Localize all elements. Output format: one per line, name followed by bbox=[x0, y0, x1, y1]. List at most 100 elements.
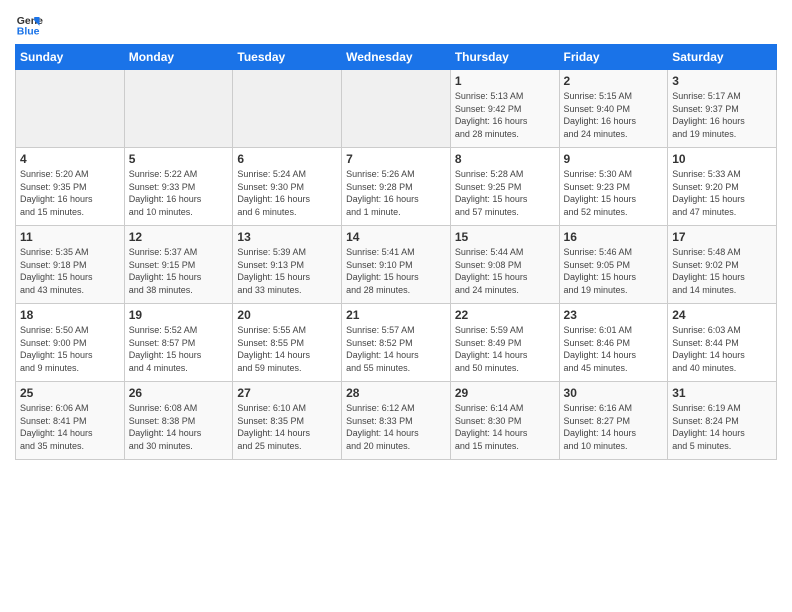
day-info: Sunrise: 5:24 AM Sunset: 9:30 PM Dayligh… bbox=[237, 168, 337, 218]
logo-icon: General Blue bbox=[15, 10, 43, 38]
calendar-cell: 4 Sunrise: 5:20 AM Sunset: 9:35 PM Daylig… bbox=[16, 148, 125, 226]
calendar-week-5: 25 Sunrise: 6:06 AM Sunset: 8:41 PM Dayli… bbox=[16, 382, 777, 460]
day-info: Sunrise: 6:12 AM Sunset: 8:33 PM Dayligh… bbox=[346, 402, 446, 452]
day-info: Sunrise: 5:33 AM Sunset: 9:20 PM Dayligh… bbox=[672, 168, 772, 218]
calendar-cell bbox=[124, 70, 233, 148]
day-info: Sunrise: 5:26 AM Sunset: 9:28 PM Dayligh… bbox=[346, 168, 446, 218]
day-info: Sunrise: 6:08 AM Sunset: 8:38 PM Dayligh… bbox=[129, 402, 229, 452]
calendar-cell: 24 Sunrise: 6:03 AM Sunset: 8:44 PM Dayli… bbox=[668, 304, 777, 382]
day-info: Sunrise: 5:15 AM Sunset: 9:40 PM Dayligh… bbox=[564, 90, 664, 140]
day-number: 29 bbox=[455, 386, 555, 400]
day-info: Sunrise: 5:50 AM Sunset: 9:00 PM Dayligh… bbox=[20, 324, 120, 374]
calendar-body: 1 Sunrise: 5:13 AM Sunset: 9:42 PM Daylig… bbox=[16, 70, 777, 460]
day-number: 3 bbox=[672, 74, 772, 88]
weekday-header-monday: Monday bbox=[124, 45, 233, 70]
calendar-header-row: SundayMondayTuesdayWednesdayThursdayFrid… bbox=[16, 45, 777, 70]
day-number: 16 bbox=[564, 230, 664, 244]
calendar-cell: 16Sunrise: 5:46 AM Sunset: 9:05 PM Dayli… bbox=[559, 226, 668, 304]
day-number: 31 bbox=[672, 386, 772, 400]
day-info: Sunrise: 6:16 AM Sunset: 8:27 PM Dayligh… bbox=[564, 402, 664, 452]
calendar-cell: 13Sunrise: 5:39 AM Sunset: 9:13 PM Dayli… bbox=[233, 226, 342, 304]
calendar-cell: 26 Sunrise: 6:08 AM Sunset: 8:38 PM Dayli… bbox=[124, 382, 233, 460]
day-number: 12 bbox=[129, 230, 229, 244]
calendar-cell: 9 Sunrise: 5:30 AM Sunset: 9:23 PM Daylig… bbox=[559, 148, 668, 226]
day-info: Sunrise: 6:19 AM Sunset: 8:24 PM Dayligh… bbox=[672, 402, 772, 452]
day-number: 5 bbox=[129, 152, 229, 166]
day-info: Sunrise: 6:03 AM Sunset: 8:44 PM Dayligh… bbox=[672, 324, 772, 374]
day-info: Sunrise: 6:14 AM Sunset: 8:30 PM Dayligh… bbox=[455, 402, 555, 452]
day-number: 11 bbox=[20, 230, 120, 244]
calendar-cell: 25 Sunrise: 6:06 AM Sunset: 8:41 PM Dayli… bbox=[16, 382, 125, 460]
day-info: Sunrise: 5:57 AM Sunset: 8:52 PM Dayligh… bbox=[346, 324, 446, 374]
day-info: Sunrise: 5:44 AM Sunset: 9:08 PM Dayligh… bbox=[455, 246, 555, 296]
day-number: 26 bbox=[129, 386, 229, 400]
day-info: Sunrise: 5:59 AM Sunset: 8:49 PM Dayligh… bbox=[455, 324, 555, 374]
calendar-cell: 1 Sunrise: 5:13 AM Sunset: 9:42 PM Daylig… bbox=[450, 70, 559, 148]
day-number: 8 bbox=[455, 152, 555, 166]
day-info: Sunrise: 5:30 AM Sunset: 9:23 PM Dayligh… bbox=[564, 168, 664, 218]
calendar-cell: 12 Sunrise: 5:37 AM Sunset: 9:15 PM Dayli… bbox=[124, 226, 233, 304]
calendar-cell: 28Sunrise: 6:12 AM Sunset: 8:33 PM Dayli… bbox=[342, 382, 451, 460]
day-number: 20 bbox=[237, 308, 337, 322]
day-info: Sunrise: 5:17 AM Sunset: 9:37 PM Dayligh… bbox=[672, 90, 772, 140]
calendar-cell: 17 Sunrise: 5:48 AM Sunset: 9:02 PM Dayli… bbox=[668, 226, 777, 304]
day-number: 13 bbox=[237, 230, 337, 244]
day-number: 7 bbox=[346, 152, 446, 166]
calendar-cell: 2 Sunrise: 5:15 AM Sunset: 9:40 PM Daylig… bbox=[559, 70, 668, 148]
day-number: 2 bbox=[564, 74, 664, 88]
weekday-header-sunday: Sunday bbox=[16, 45, 125, 70]
calendar-cell: 21 Sunrise: 5:57 AM Sunset: 8:52 PM Dayli… bbox=[342, 304, 451, 382]
day-info: Sunrise: 5:20 AM Sunset: 9:35 PM Dayligh… bbox=[20, 168, 120, 218]
day-number: 4 bbox=[20, 152, 120, 166]
svg-text:Blue: Blue bbox=[17, 26, 40, 38]
calendar-cell bbox=[233, 70, 342, 148]
calendar-table: SundayMondayTuesdayWednesdayThursdayFrid… bbox=[15, 44, 777, 460]
calendar-cell: 20 Sunrise: 5:55 AM Sunset: 8:55 PM Dayli… bbox=[233, 304, 342, 382]
calendar-cell: 3 Sunrise: 5:17 AM Sunset: 9:37 PM Daylig… bbox=[668, 70, 777, 148]
calendar-cell bbox=[342, 70, 451, 148]
day-number: 25 bbox=[20, 386, 120, 400]
calendar-cell: 5Sunrise: 5:22 AM Sunset: 9:33 PM Daylig… bbox=[124, 148, 233, 226]
day-number: 1 bbox=[455, 74, 555, 88]
day-info: Sunrise: 6:06 AM Sunset: 8:41 PM Dayligh… bbox=[20, 402, 120, 452]
day-info: Sunrise: 5:48 AM Sunset: 9:02 PM Dayligh… bbox=[672, 246, 772, 296]
day-info: Sunrise: 5:13 AM Sunset: 9:42 PM Dayligh… bbox=[455, 90, 555, 140]
day-number: 15 bbox=[455, 230, 555, 244]
weekday-header-saturday: Saturday bbox=[668, 45, 777, 70]
calendar-cell bbox=[16, 70, 125, 148]
day-number: 9 bbox=[564, 152, 664, 166]
day-number: 24 bbox=[672, 308, 772, 322]
day-number: 22 bbox=[455, 308, 555, 322]
calendar-cell: 8Sunrise: 5:28 AM Sunset: 9:25 PM Daylig… bbox=[450, 148, 559, 226]
calendar-cell: 7 Sunrise: 5:26 AM Sunset: 9:28 PM Daylig… bbox=[342, 148, 451, 226]
day-info: Sunrise: 6:10 AM Sunset: 8:35 PM Dayligh… bbox=[237, 402, 337, 452]
day-number: 30 bbox=[564, 386, 664, 400]
day-number: 18 bbox=[20, 308, 120, 322]
day-info: Sunrise: 5:37 AM Sunset: 9:15 PM Dayligh… bbox=[129, 246, 229, 296]
calendar-cell: 31 Sunrise: 6:19 AM Sunset: 8:24 PM Dayli… bbox=[668, 382, 777, 460]
calendar-cell: 29 Sunrise: 6:14 AM Sunset: 8:30 PM Dayli… bbox=[450, 382, 559, 460]
header: General Blue bbox=[15, 10, 777, 38]
day-number: 27 bbox=[237, 386, 337, 400]
day-number: 10 bbox=[672, 152, 772, 166]
day-number: 21 bbox=[346, 308, 446, 322]
calendar-cell: 6 Sunrise: 5:24 AM Sunset: 9:30 PM Daylig… bbox=[233, 148, 342, 226]
logo: General Blue bbox=[15, 10, 47, 38]
calendar-cell: 14 Sunrise: 5:41 AM Sunset: 9:10 PM Dayli… bbox=[342, 226, 451, 304]
weekday-header-tuesday: Tuesday bbox=[233, 45, 342, 70]
day-info: Sunrise: 5:55 AM Sunset: 8:55 PM Dayligh… bbox=[237, 324, 337, 374]
day-info: Sunrise: 5:41 AM Sunset: 9:10 PM Dayligh… bbox=[346, 246, 446, 296]
day-info: Sunrise: 5:35 AM Sunset: 9:18 PM Dayligh… bbox=[20, 246, 120, 296]
weekday-header-wednesday: Wednesday bbox=[342, 45, 451, 70]
day-number: 19 bbox=[129, 308, 229, 322]
weekday-header-friday: Friday bbox=[559, 45, 668, 70]
calendar-week-3: 11 Sunrise: 5:35 AM Sunset: 9:18 PM Dayli… bbox=[16, 226, 777, 304]
calendar-cell: 30 Sunrise: 6:16 AM Sunset: 8:27 PM Dayli… bbox=[559, 382, 668, 460]
day-number: 6 bbox=[237, 152, 337, 166]
calendar-cell: 19 Sunrise: 5:52 AM Sunset: 8:57 PM Dayli… bbox=[124, 304, 233, 382]
day-number: 17 bbox=[672, 230, 772, 244]
calendar-cell: 18 Sunrise: 5:50 AM Sunset: 9:00 PM Dayli… bbox=[16, 304, 125, 382]
calendar-cell: 10 Sunrise: 5:33 AM Sunset: 9:20 PM Dayli… bbox=[668, 148, 777, 226]
day-number: 14 bbox=[346, 230, 446, 244]
day-info: Sunrise: 5:52 AM Sunset: 8:57 PM Dayligh… bbox=[129, 324, 229, 374]
